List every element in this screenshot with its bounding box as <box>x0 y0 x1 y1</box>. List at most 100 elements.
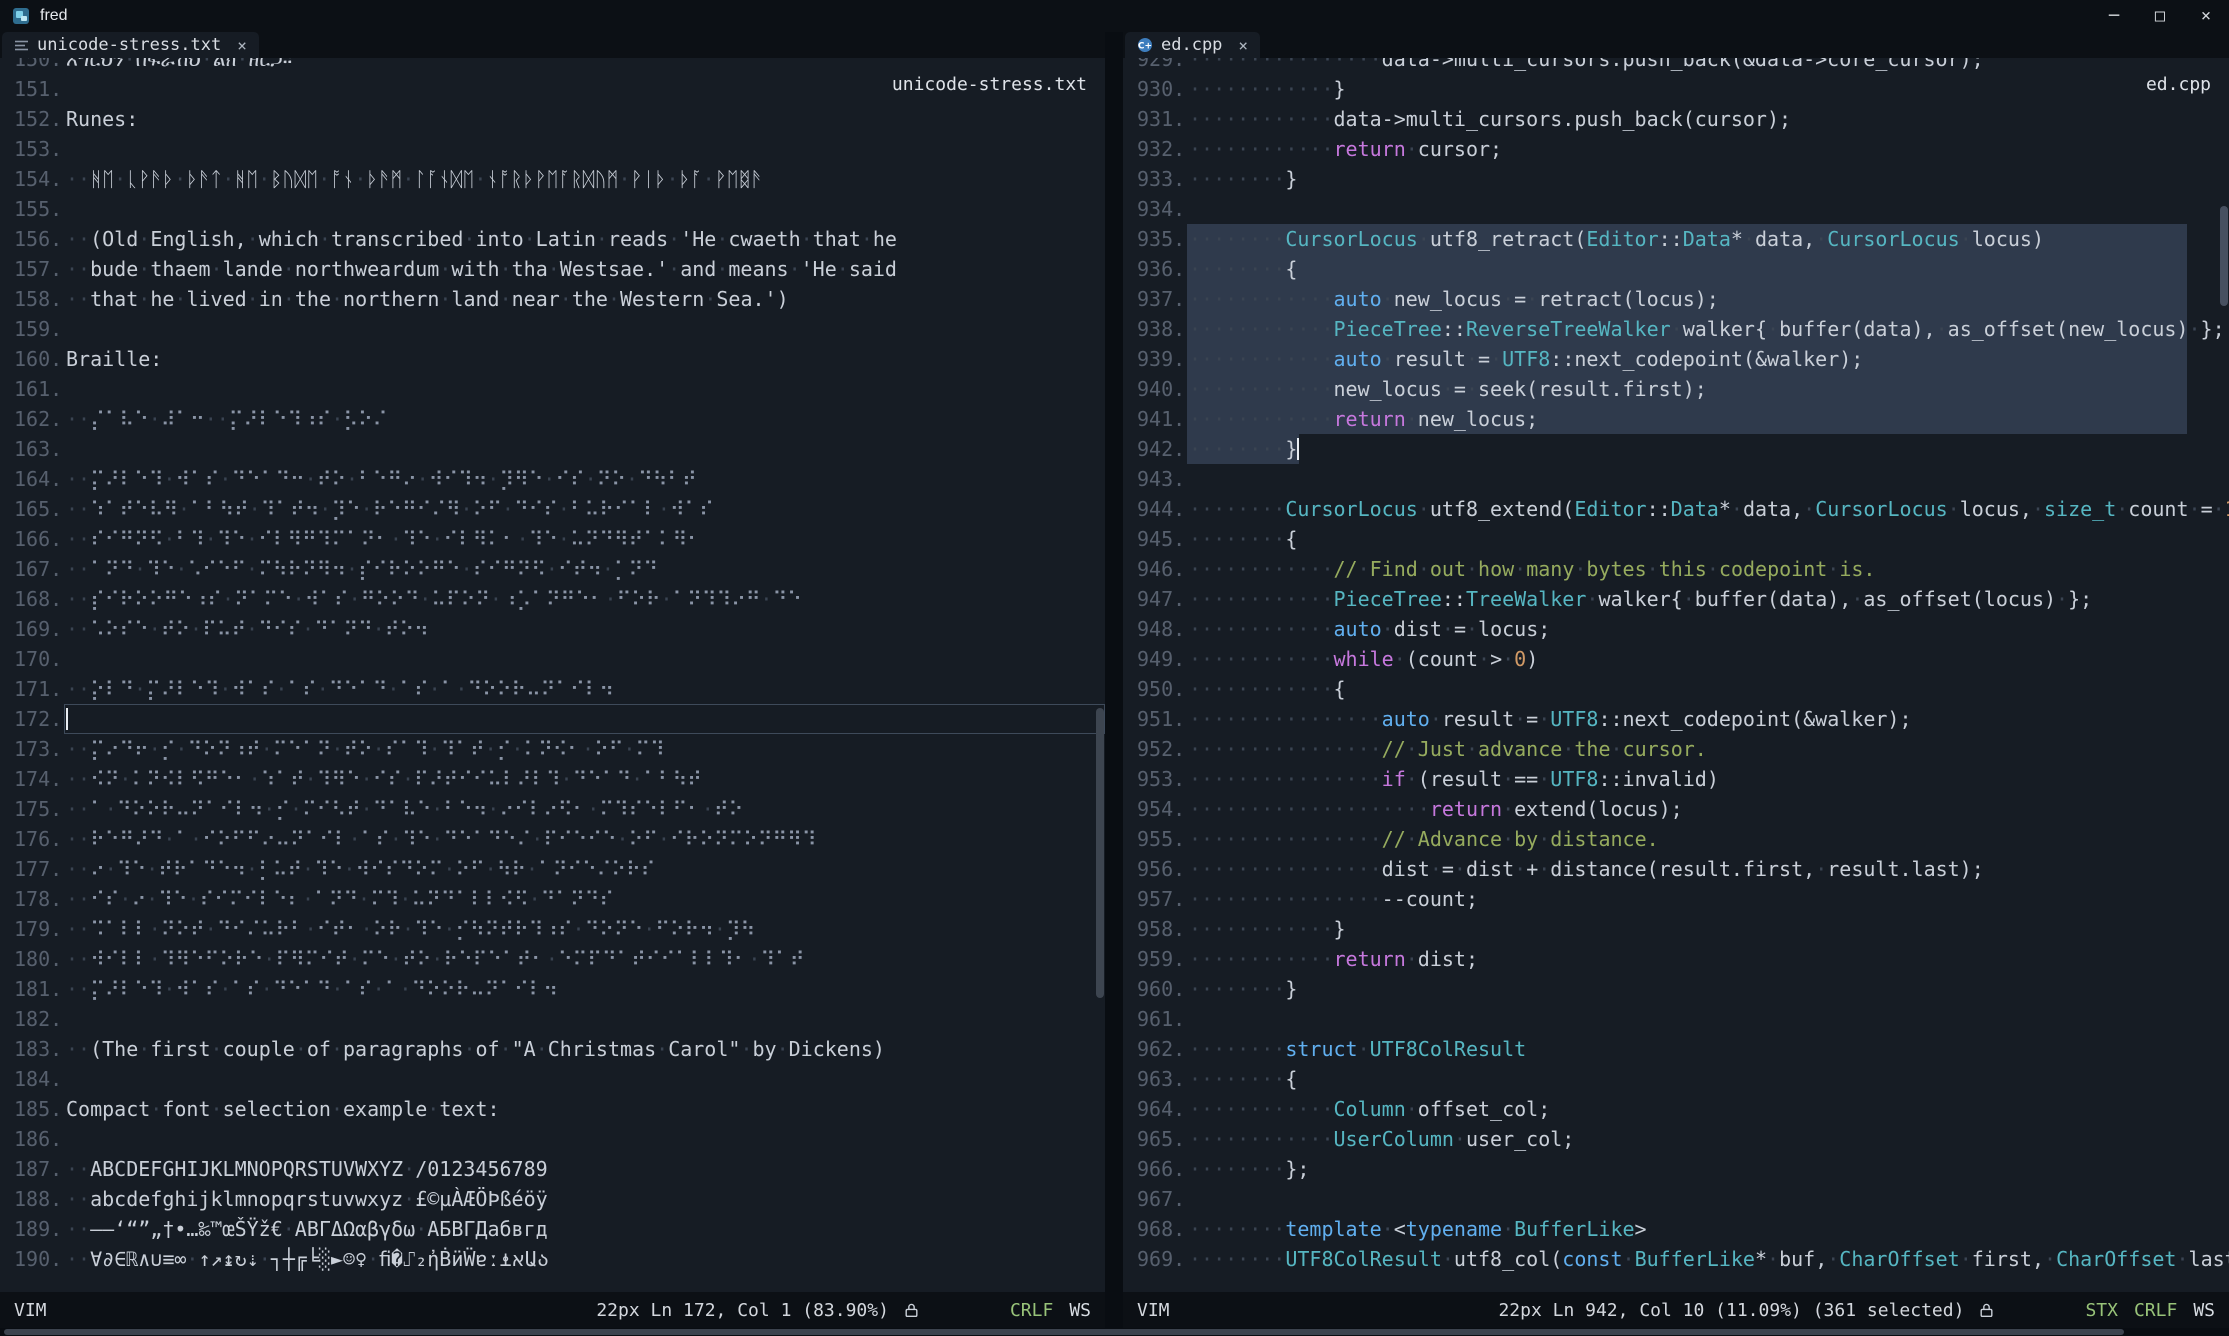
code-line[interactable]: 961. <box>1123 1004 2229 1034</box>
code-line[interactable]: 935.········CursorLocus·utf8_retract(Edi… <box>1123 224 2229 254</box>
code-line[interactable]: 957.················--count; <box>1123 884 2229 914</box>
code-line[interactable]: 963.········{ <box>1123 1064 2229 1094</box>
code-line[interactable]: 178.··⠊⠎·⠔·⠹⠑·⠎⠊⠍⠊⠇⠑⠆·⠁⠝⠙·⠍⠹·⠥⠝⠙⠁⠇⠇⠪⠫·⠙⠁… <box>0 884 1105 914</box>
code-line[interactable]: 157.··bude·thaem·lande·northweardum·with… <box>0 254 1105 284</box>
code-line[interactable]: 166.··⠎⠊⠛⠝⠫·⠃⠹·⠹⠑·⠊⠇⠻⠛⠹⠍⠁⠝⠂·⠹⠑·⠊⠇⠻⠅⠂·⠹⠑·… <box>0 524 1105 554</box>
code-line[interactable]: 186. <box>0 1124 1105 1154</box>
code-line[interactable]: 182. <box>0 1004 1105 1034</box>
code-line[interactable]: 169.··⠡⠕⠎⠑·⠞⠕·⠏⠥⠞·⠙⠊⠎·⠙⠁⠝⠙·⠞⠕⠲ <box>0 614 1105 644</box>
code-line[interactable]: 949.············while·(count·>·0) <box>1123 644 2229 674</box>
code-line[interactable]: 945.········{ <box>1123 524 2229 554</box>
lock-icon[interactable] <box>1978 1302 1995 1319</box>
code-line[interactable]: 152.Runes: <box>0 104 1105 134</box>
tab-unicode-stress[interactable]: unicode-stress.txt × <box>2 32 259 58</box>
code-line[interactable]: 167.··⠁⠝⠙·⠹⠑·⠡⠊⠑⠋·⠍⠳⠗⠝⠻⠲·⡎⠊⠗⠕⠕⠛⠑·⠎⠊⠛⠝⠫·⠊… <box>0 554 1105 584</box>
code-line[interactable]: 954.····················return·extend(lo… <box>1123 794 2229 824</box>
code-line[interactable]: 951.················auto·result·=·UTF8::… <box>1123 704 2229 734</box>
code-line[interactable]: 936.········{ <box>1123 254 2229 284</box>
code-line[interactable]: 176.··⠗⠑⠛⠜⠙·⠁·⠊⠕⠋⠋⠔⠤⠝⠁⠊⠇·⠁⠎·⠹⠑·⠙⠑⠁⠙⠑⠌·⠏⠊… <box>0 824 1105 854</box>
code-line[interactable]: 165.··⠱⠁⠞⠑⠧⠻·⠁⠃⠳⠞·⠹⠁⠞⠲·⡹⠑·⠗⠑⠛⠊⠌⠻·⠕⠋·⠙⠊⠎·… <box>0 494 1105 524</box>
code-line[interactable]: 171.··⡕⠇⠙·⡍⠜⠇⠑⠹·⠺⠁⠎·⠁⠎·⠙⠑⠁⠙·⠁⠎·⠁·⠙⠕⠕⠗⠤⠝⠁… <box>0 674 1105 704</box>
code-line[interactable]: 173.··⡍⠔⠙⠖·⡊·⠙⠕⠝⠰⠞·⠍⠑⠁⠝·⠞⠕·⠎⠁⠹·⠹⠁⠞·⡊·⠅⠝⠪… <box>0 734 1105 764</box>
code-line[interactable]: 942.········} <box>1123 434 2229 464</box>
code-line[interactable]: 174.··⠪⠝·⠅⠝⠪⠇⠫⠛⠑⠂·⠱⠁⠞·⠹⠻⠑·⠊⠎·⠏⠜⠞⠊⠊⠥⠇⠜⠇⠹·… <box>0 764 1105 794</box>
code-line[interactable]: 170. <box>0 644 1105 674</box>
code-line[interactable]: 969.········UTF8ColResult·utf8_col(const… <box>1123 1244 2229 1274</box>
tab-close-button[interactable]: × <box>1238 36 1248 55</box>
code-line[interactable]: 968.········template·<typename·BufferLik… <box>1123 1214 2229 1244</box>
lock-icon[interactable] <box>903 1302 920 1319</box>
code-line[interactable]: 948.············auto·dist·=·locus; <box>1123 614 2229 644</box>
scrollbar-thumb[interactable] <box>2220 206 2228 306</box>
vertical-scrollbar[interactable] <box>1095 58 1105 1292</box>
code-line[interactable]: 154.··ᚻᛖ·ᚳᚹᚫᚦ·ᚦᚫᛏ·ᚻᛖ·ᛒᚢᛞᛖ·ᚩᚾ·ᚦᚫᛗ·ᛚᚪᚾᛞᛖ·ᚾ… <box>0 164 1105 194</box>
code-line[interactable]: 941.············return·new_locus; <box>1123 404 2229 434</box>
code-line[interactable]: 188.··abcdefghijklmnopqrstuvwxyz·£©µÀÆÖÞ… <box>0 1184 1105 1214</box>
code-line[interactable]: 952.················//·Just·advance·the·… <box>1123 734 2229 764</box>
code-line[interactable]: 179.··⠩⠁⠇⠇·⠝⠕⠞·⠙⠊⠌⠥⠗⠃·⠊⠞⠂·⠕⠗·⠹⠑·⡊⠳⠝⠞⠗⠹⠰⠎… <box>0 914 1105 944</box>
code-line[interactable]: 956.················dist·=·dist·+·distan… <box>1123 854 2229 884</box>
code-line[interactable]: 960.········} <box>1123 974 2229 1004</box>
code-line[interactable]: 939.············auto·result·=·UTF8::next… <box>1123 344 2229 374</box>
code-line[interactable]: 931.············data->multi_cursors.push… <box>1123 104 2229 134</box>
code-line[interactable]: 168.··⡎⠊⠗⠕⠕⠛⠑⠰⠎·⠝⠁⠍⠑·⠺⠁⠎·⠛⠕⠕⠙·⠥⠏⠕⠝·⠰⡡⠁⠝⠛… <box>0 584 1105 614</box>
code-line[interactable]: 162.··⡌⠁⠧⠑·⠼⠁⠒··⡍⠜⠇⠑⠹⠰⠎·⡣⠕⠌ <box>0 404 1105 434</box>
tab-ed-cpp[interactable]: C+ ed.cpp × <box>1125 32 1260 58</box>
code-line[interactable]: 964.············Column·offset_col; <box>1123 1094 2229 1124</box>
horizontal-scrollbar-thumb[interactable] <box>4 1329 2124 1335</box>
vertical-scrollbar[interactable] <box>2219 58 2229 1292</box>
code-line[interactable]: 181.··⡍⠜⠇⠑⠹·⠺⠁⠎·⠁⠎·⠙⠑⠁⠙·⠁⠎·⠁·⠙⠕⠕⠗⠤⠝⠁⠊⠇⠲ <box>0 974 1105 1004</box>
code-line[interactable]: 183.··(The·first·couple·of·paragraphs·of… <box>0 1034 1105 1064</box>
code-line[interactable]: 938.············PieceTree::ReverseTreeWa… <box>1123 314 2229 344</box>
tab-close-button[interactable]: × <box>237 36 247 55</box>
code-line[interactable]: 958.············} <box>1123 914 2229 944</box>
code-line[interactable]: 950.············{ <box>1123 674 2229 704</box>
minimize-button[interactable]: ─ <box>2091 0 2137 32</box>
code-line[interactable]: 940.············new_locus·=·seek(result.… <box>1123 374 2229 404</box>
code-line[interactable]: 929.················data->multi_cursors.… <box>1123 58 2229 74</box>
code-line[interactable]: 161. <box>0 374 1105 404</box>
code-line[interactable]: 155. <box>0 194 1105 224</box>
code-line[interactable]: 163. <box>0 434 1105 464</box>
horizontal-scrollbar[interactable] <box>0 1328 2229 1336</box>
maximize-button[interactable]: □ <box>2137 0 2183 32</box>
code-line[interactable]: 965.············UserColumn·user_col; <box>1123 1124 2229 1154</box>
code-line[interactable]: 172. <box>0 704 1105 734</box>
code-line[interactable]: 967. <box>1123 1184 2229 1214</box>
code-line[interactable]: 955.················//·Advance·by·distan… <box>1123 824 2229 854</box>
code-line[interactable]: 177.··⠔·⠹⠑·⠞⠗⠁⠙⠑⠲·⡃⠥⠞·⠹⠑·⠺⠊⠎⠙⠕⠍·⠕⠋·⠳⠗·⠁⠝… <box>0 854 1105 884</box>
code-line[interactable]: 187.··ABCDEFGHIJKLMNOPQRSTUVWXYZ·/012345… <box>0 1154 1105 1184</box>
code-line[interactable]: 933.········} <box>1123 164 2229 194</box>
pane-divider[interactable] <box>1105 32 1123 1328</box>
code-line[interactable]: 189.··–—‘“”„†•…‰™œŠŸž€·ΑΒΓΔΩαβγδω·АБВГДа… <box>0 1214 1105 1244</box>
code-line[interactable]: 158.··that·he·lived·in·the·northern·land… <box>0 284 1105 314</box>
code-line[interactable]: 150.እግርህን·በፍራሽህ·ልክ·ዘርጋ። <box>0 58 1105 74</box>
code-line[interactable]: 190.··∀∂∈ℝ∧∪≡∞·↑↗↨↻⇣·┐┼╔╘░►☺♀·ﬁ�⑀₂ἠḂӥẄɐː… <box>0 1244 1105 1274</box>
code-line[interactable]: 962.········struct·UTF8ColResult <box>1123 1034 2229 1064</box>
line-number: 181. <box>0 974 64 1004</box>
code-line[interactable]: 937.············auto·new_locus·=·retract… <box>1123 284 2229 314</box>
code-line[interactable]: 953.················if·(result·==·UTF8::… <box>1123 764 2229 794</box>
code-line[interactable]: 164.··⡍⠜⠇⠑⠹·⠺⠁⠎·⠙⠑⠁⠙⠒·⠞⠕·⠃⠑⠛⠔·⠺⠊⠹⠲·⡹⠻⠑·⠊… <box>0 464 1105 494</box>
code-line[interactable]: 932.············return·cursor; <box>1123 134 2229 164</box>
code-line[interactable]: 175.··⠁·⠙⠕⠕⠗⠤⠝⠁⠊⠇⠲·⡊·⠍⠊⠣⠞·⠙⠁⠧⠑·⠃⠑⠲·⠔⠊⠇⠔⠫… <box>0 794 1105 824</box>
code-line[interactable]: 160.Braille: <box>0 344 1105 374</box>
code-line[interactable]: 966.········}; <box>1123 1154 2229 1184</box>
editor-right[interactable]: 929.················data->multi_cursors.… <box>1123 58 2229 1292</box>
code-line[interactable]: 159. <box>0 314 1105 344</box>
code-line[interactable]: 944.········CursorLocus·utf8_extend(Edit… <box>1123 494 2229 524</box>
code-line[interactable]: 185.Compact·font·selection·example·text: <box>0 1094 1105 1124</box>
code-line[interactable]: 947.············PieceTree::TreeWalker·wa… <box>1123 584 2229 614</box>
code-line[interactable]: 946.············//·Find·out·how·many·byt… <box>1123 554 2229 584</box>
scrollbar-thumb[interactable] <box>1096 708 1104 998</box>
editor-left[interactable]: 150.እግርህን·በፍራሽህ·ልክ·ዘርጋ።151.152.Runes:153… <box>0 58 1105 1292</box>
code-line[interactable]: 184. <box>0 1064 1105 1094</box>
code-line[interactable]: 930.············} <box>1123 74 2229 104</box>
code-line[interactable]: 180.··⠺⠊⠇⠇·⠹⠻⠑⠋⠕⠗⠑·⠏⠻⠍⠊⠞·⠍⠑·⠞⠕·⠗⠑⠏⠑⠁⠞⠂·⠑… <box>0 944 1105 974</box>
code-line[interactable]: 934. <box>1123 194 2229 224</box>
close-button[interactable]: × <box>2183 0 2229 32</box>
code-line[interactable]: 943. <box>1123 464 2229 494</box>
code-line[interactable]: 959.············return·dist; <box>1123 944 2229 974</box>
code-line[interactable]: 153. <box>0 134 1105 164</box>
code-line[interactable]: 156.··(Old·English,·which·transcribed·in… <box>0 224 1105 254</box>
